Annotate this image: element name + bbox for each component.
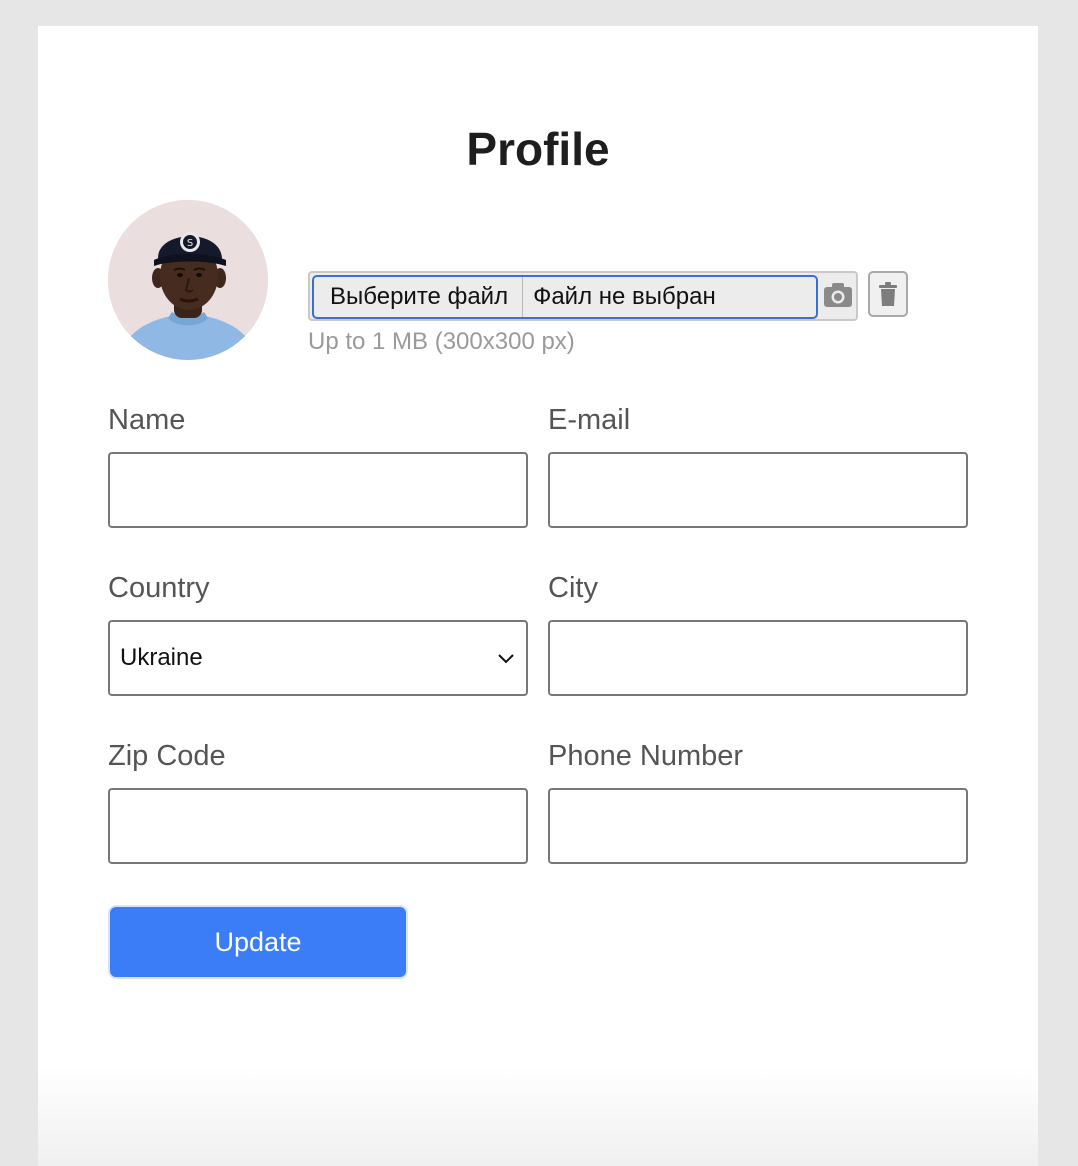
upload-hint: Up to 1 MB (300x300 px): [308, 328, 575, 355]
choose-file-button[interactable]: Выберите файл: [314, 277, 524, 317]
svg-text:S: S: [187, 238, 193, 249]
file-upload-group: Выберите файл Файл не выбран: [308, 271, 858, 321]
update-button[interactable]: Update: [108, 905, 408, 979]
country-select-value: Ukraine: [120, 644, 203, 671]
country-select[interactable]: Ukraine: [108, 620, 528, 696]
avatar: S: [108, 200, 268, 360]
country-label: Country: [108, 572, 210, 604]
chevron-down-icon: [498, 654, 514, 664]
file-status-text: Файл не выбран: [533, 283, 716, 310]
name-label: Name: [108, 404, 186, 436]
file-input[interactable]: Выберите файл Файл не выбран: [312, 275, 818, 319]
profile-card: Profile S Выберите файл Файл не выбран U…: [38, 26, 1038, 1166]
zip-code-field[interactable]: [108, 788, 528, 864]
delete-photo-button[interactable]: [868, 271, 908, 317]
zip-code-label: Zip Code: [108, 740, 226, 772]
email-label: E-mail: [548, 404, 631, 436]
trash-icon: [879, 282, 897, 306]
name-field[interactable]: [108, 452, 528, 528]
city-field[interactable]: [548, 620, 968, 696]
phone-number-field[interactable]: [548, 788, 968, 864]
avatar-photo: S: [108, 200, 268, 360]
camera-icon[interactable]: [823, 281, 853, 309]
page-title: Profile: [466, 123, 610, 175]
phone-number-label: Phone Number: [548, 740, 744, 772]
city-label: City: [548, 572, 598, 604]
email-field[interactable]: [548, 452, 968, 528]
